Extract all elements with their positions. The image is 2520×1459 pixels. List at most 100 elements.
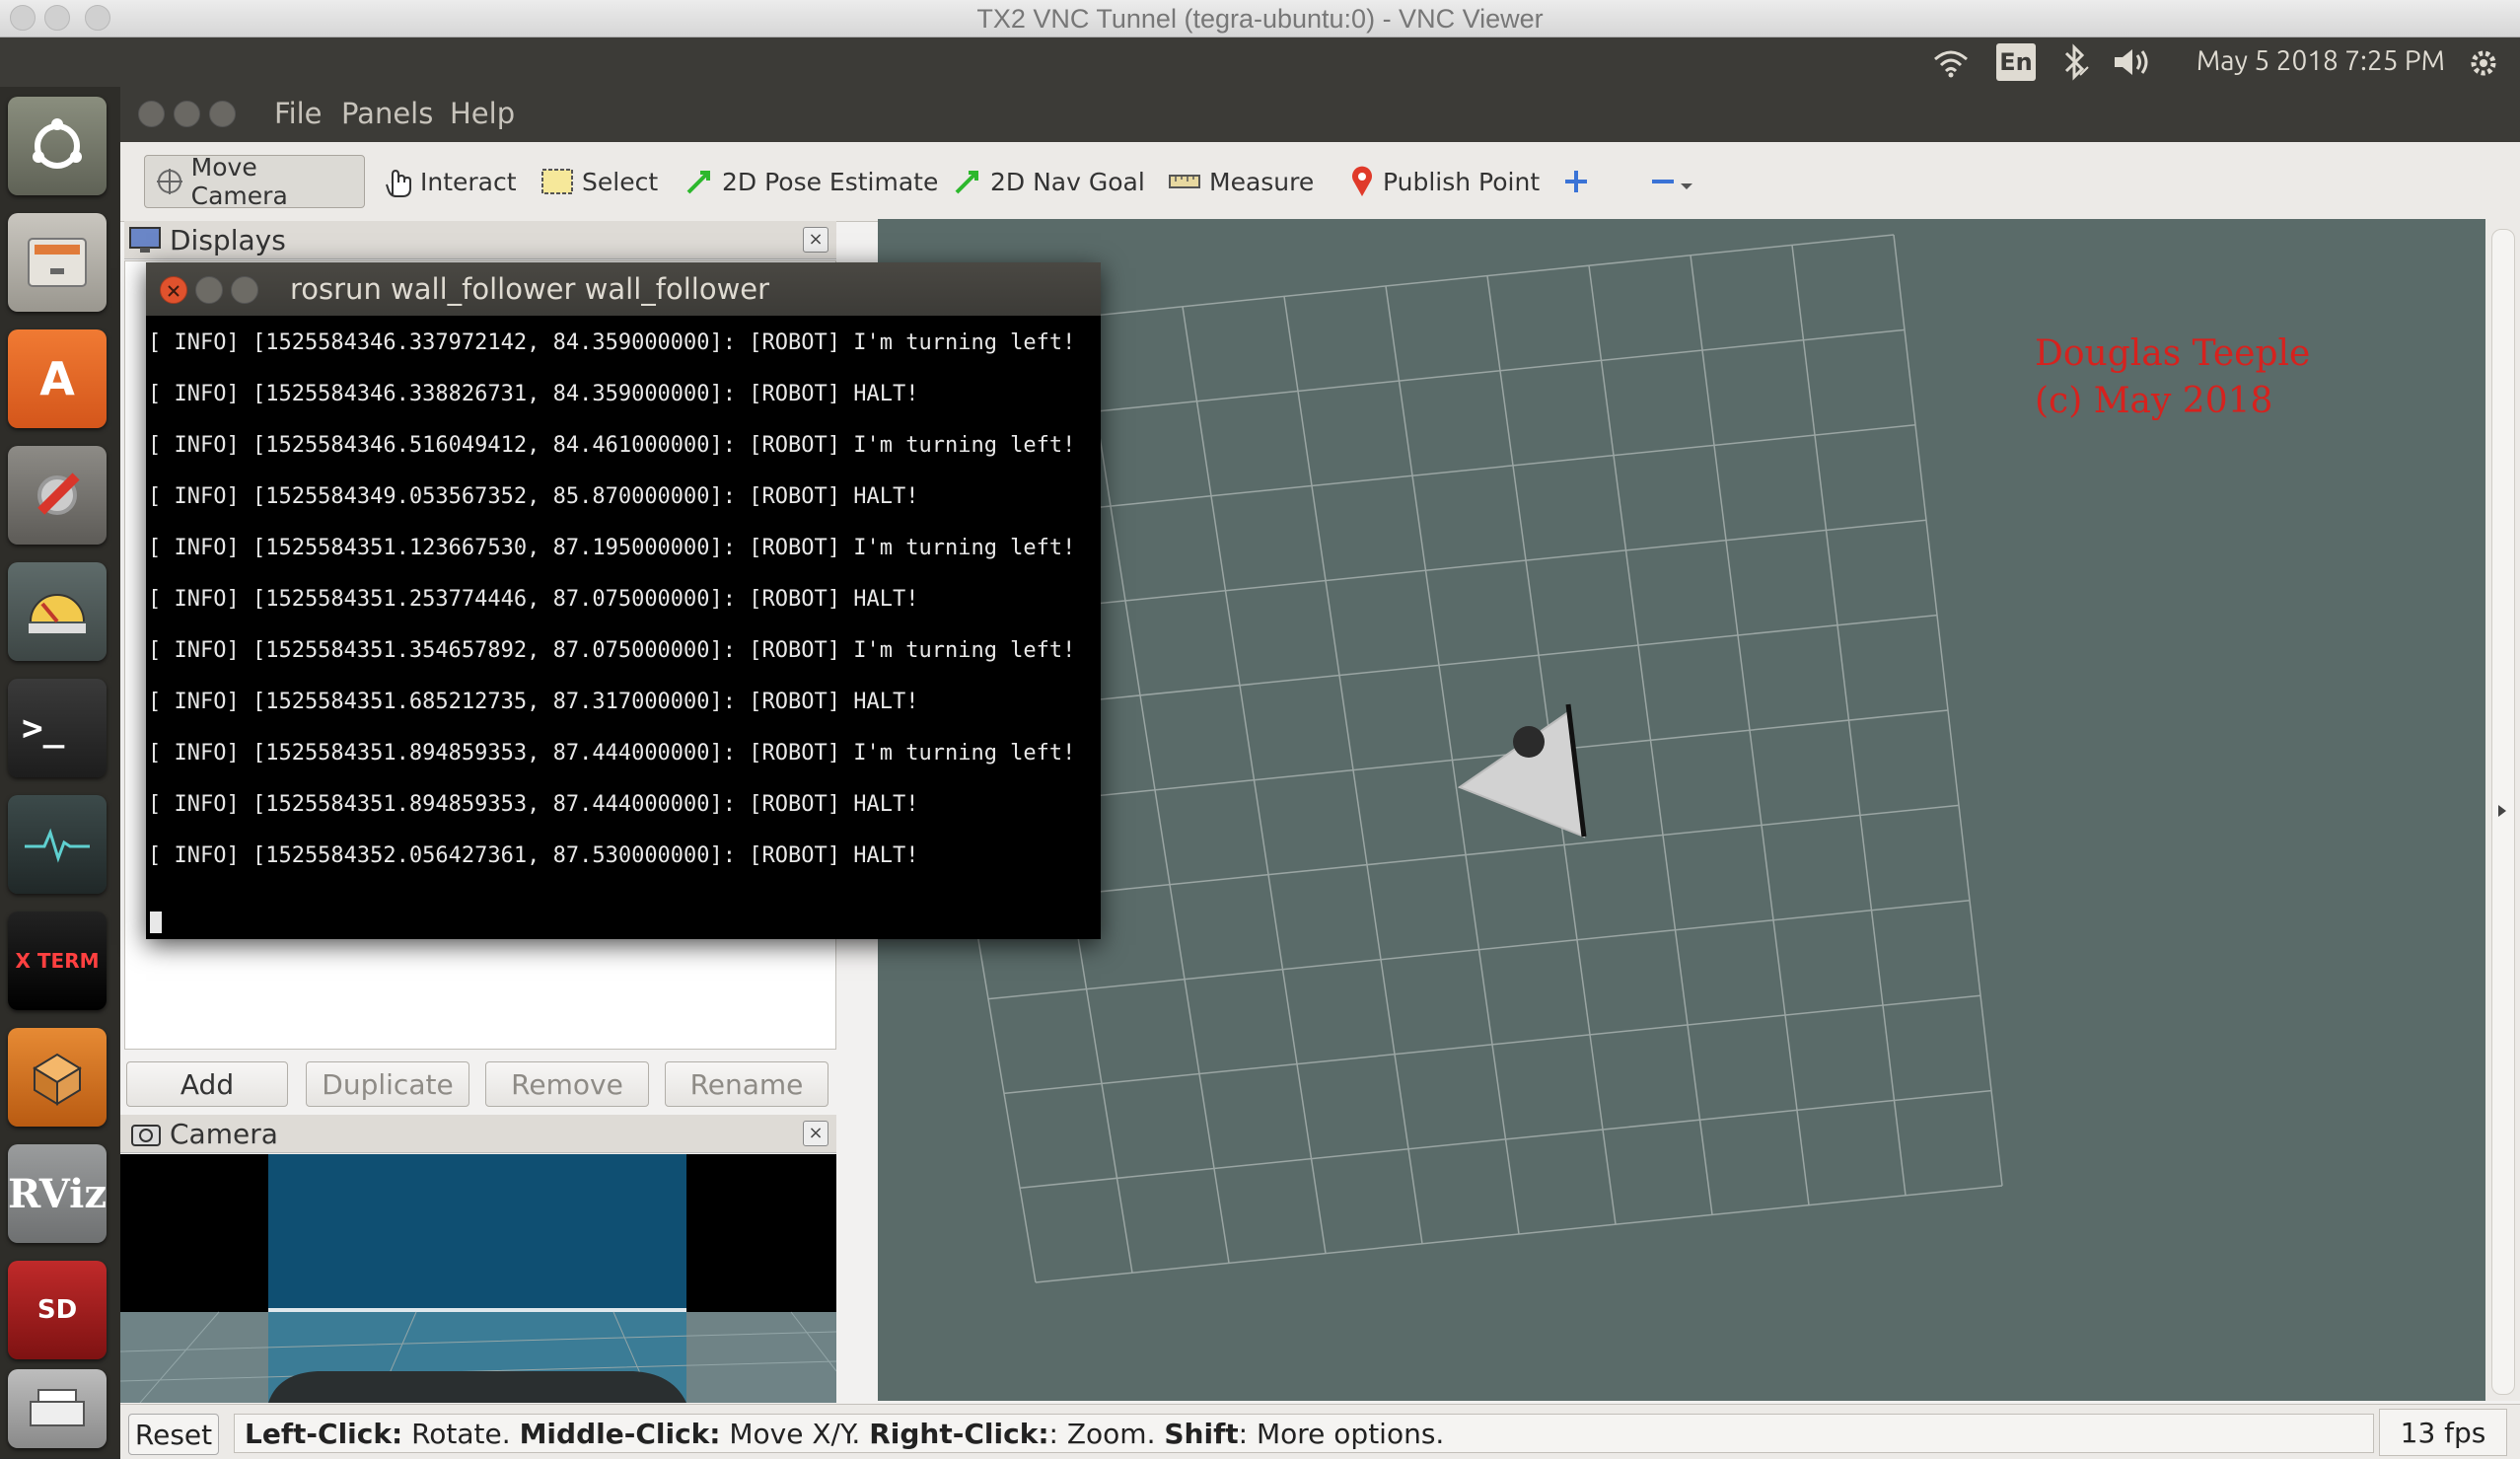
camera-panel-close-button[interactable]: × bbox=[803, 1121, 828, 1146]
camera-view[interactable] bbox=[120, 1154, 836, 1403]
tool-move-camera[interactable]: Move Camera bbox=[144, 153, 365, 210]
plus-icon bbox=[1565, 171, 1587, 192]
fps-counter: 13 fps bbox=[2379, 1409, 2507, 1456]
hint-shift-key: Shift bbox=[1164, 1417, 1239, 1450]
launcher-item-3d-package[interactable] bbox=[8, 1028, 107, 1127]
terminal-titlebar: rosrun wall_follower wall_follower bbox=[146, 262, 1101, 316]
close-icon bbox=[168, 285, 180, 297]
remove-display-button[interactable]: Remove bbox=[485, 1061, 649, 1107]
launcher-item-scanner[interactable] bbox=[8, 1369, 107, 1448]
minus-dropdown-icon bbox=[1652, 180, 1692, 189]
map-pin-icon bbox=[1352, 166, 1372, 196]
tool-2d-nav-goal[interactable]: 2D Nav Goal bbox=[943, 155, 1155, 208]
rviz-logo-icon: RViz bbox=[7, 1170, 108, 1217]
rviz-maximize-button[interactable] bbox=[209, 101, 236, 127]
grid-line bbox=[1003, 994, 1981, 1095]
terminal-window[interactable]: rosrun wall_follower wall_follower [ INF… bbox=[146, 262, 1101, 939]
tool-interact-label: Interact bbox=[420, 167, 517, 196]
duplicate-display-button[interactable]: Duplicate bbox=[306, 1061, 469, 1107]
terminal-maximize-button[interactable] bbox=[231, 276, 258, 304]
rviz-close-button[interactable] bbox=[138, 101, 165, 127]
power-gear-icon[interactable] bbox=[2466, 45, 2501, 81]
ubuntu-logo-icon bbox=[33, 118, 82, 169]
grid-line bbox=[1690, 255, 1810, 1205]
camera-panel-header: Camera × bbox=[120, 1115, 836, 1153]
camera-icon bbox=[131, 1125, 161, 1146]
hint-right-click-key: Right-Click: bbox=[869, 1417, 1049, 1450]
launcher-item-disk-usage[interactable] bbox=[8, 562, 107, 661]
launcher-item-sd-card[interactable]: SD bbox=[8, 1261, 107, 1359]
rename-display-button[interactable]: Rename bbox=[665, 1061, 828, 1107]
ruler-icon bbox=[1169, 175, 1200, 188]
tool-select-label: Select bbox=[582, 167, 659, 196]
launcher-item-terminal[interactable]: >_ bbox=[8, 679, 107, 777]
bluetooth-icon[interactable] bbox=[2056, 43, 2092, 81]
launcher-item-system-settings[interactable] bbox=[8, 446, 107, 545]
tool-measure[interactable]: Measure bbox=[1158, 155, 1324, 208]
grid-line bbox=[1035, 1185, 2003, 1283]
terminal-close-button[interactable] bbox=[160, 276, 187, 304]
terminal-line: [ INFO] [1525584346.337972142, 84.359000… bbox=[148, 330, 1076, 355]
nav-goal-arrow-icon bbox=[955, 171, 978, 194]
add-display-button[interactable]: Add bbox=[126, 1061, 288, 1107]
volume-icon[interactable] bbox=[2111, 45, 2154, 79]
hint-left-click-key: Left-Click: bbox=[245, 1417, 403, 1450]
move-camera-icon bbox=[157, 169, 182, 194]
terminal-cursor bbox=[150, 912, 162, 933]
unity-launcher: A >_ X TERM RViz SD bbox=[0, 87, 120, 1458]
grid-line bbox=[1588, 265, 1713, 1215]
tool-select[interactable]: Select bbox=[531, 155, 668, 208]
rviz-status-bar: Reset Left-Click: Rotate. Middle-Click: … bbox=[120, 1404, 2520, 1459]
launcher-item-system-monitor[interactable] bbox=[8, 795, 107, 894]
terminal-line: [ INFO] [1525584351.685212735, 87.317000… bbox=[148, 690, 919, 714]
rviz-3d-view[interactable]: Douglas Teeple (c) May 2018 bbox=[878, 219, 2485, 1401]
terminal-line: [ INFO] [1525584351.123667530, 87.195000… bbox=[148, 536, 1076, 560]
software-bag-icon: A bbox=[39, 352, 75, 405]
tool-2d-pose-estimate[interactable]: 2D Pose Estimate bbox=[675, 155, 948, 208]
select-box-icon bbox=[541, 169, 573, 194]
ubuntu-top-panel: En May 5 2018 7:25 PM bbox=[0, 37, 2520, 87]
grid-line bbox=[972, 804, 1960, 906]
launcher-item-files[interactable] bbox=[8, 213, 107, 312]
camera-panel-title: Camera bbox=[170, 1117, 278, 1150]
terminal-line: [ INFO] [1525584346.516049412, 84.461000… bbox=[148, 433, 1076, 458]
menu-file[interactable]: File bbox=[274, 97, 323, 130]
terminal-line: [ INFO] [1525584349.053567352, 85.870000… bbox=[148, 484, 919, 509]
terminal-line: [ INFO] [1525584351.253774446, 87.075000… bbox=[148, 587, 919, 612]
tool-move-camera-label: Move Camera bbox=[190, 153, 288, 210]
launcher-item-ubuntu-dash[interactable] bbox=[8, 97, 107, 195]
terminal-line: [ INFO] [1525584351.894859353, 87.444000… bbox=[148, 741, 1076, 766]
terminal-line: [ INFO] [1525584346.338826731, 84.359000… bbox=[148, 382, 919, 406]
add-tool-button[interactable] bbox=[1552, 155, 1600, 208]
status-hint: Left-Click: Rotate. Middle-Click: Move X… bbox=[234, 1414, 2374, 1453]
hint-shift-text: : More options. bbox=[1238, 1417, 1445, 1450]
tool-publish-point[interactable]: Publish Point bbox=[1339, 155, 1549, 208]
disk-gauge-icon bbox=[29, 594, 86, 633]
tool-2d-nav-goal-label: 2D Nav Goal bbox=[990, 167, 1145, 196]
tool-interact[interactable]: Interact bbox=[373, 155, 527, 208]
heartbeat-icon bbox=[25, 828, 90, 863]
keyboard-layout-indicator[interactable]: En bbox=[1996, 43, 2036, 81]
hint-middle-click-key: Middle-Click: bbox=[519, 1417, 721, 1450]
menu-help[interactable]: Help bbox=[450, 97, 515, 130]
rviz-minimize-button[interactable] bbox=[174, 101, 200, 127]
menu-panels[interactable]: Panels bbox=[341, 97, 433, 130]
displays-panel-close-button[interactable]: × bbox=[803, 227, 828, 253]
grid-line bbox=[987, 900, 1971, 1000]
tool-publish-point-label: Publish Point bbox=[1383, 167, 1541, 196]
launcher-item-software-center[interactable]: A bbox=[8, 329, 107, 428]
terminal-minimize-button[interactable] bbox=[195, 276, 223, 304]
monitor-icon bbox=[129, 227, 161, 253]
launcher-item-xterm[interactable]: X TERM bbox=[8, 912, 107, 1010]
displays-panel-title: Displays bbox=[170, 223, 286, 256]
chevron-right-icon[interactable] bbox=[2493, 801, 2511, 821]
wifi-icon[interactable] bbox=[1931, 45, 1971, 79]
sd-card-icon: SD bbox=[36, 1295, 78, 1325]
reset-button[interactable]: Reset bbox=[128, 1414, 219, 1455]
launcher-item-rviz[interactable]: RViz bbox=[8, 1144, 107, 1243]
hand-pointer-icon bbox=[386, 169, 411, 197]
remove-tool-button[interactable] bbox=[1639, 155, 1708, 208]
watermark-author: Douglas Teeple bbox=[2035, 333, 2311, 374]
tool-measure-label: Measure bbox=[1209, 167, 1315, 196]
panel-clock[interactable]: May 5 2018 7:25 PM bbox=[2196, 45, 2445, 76]
